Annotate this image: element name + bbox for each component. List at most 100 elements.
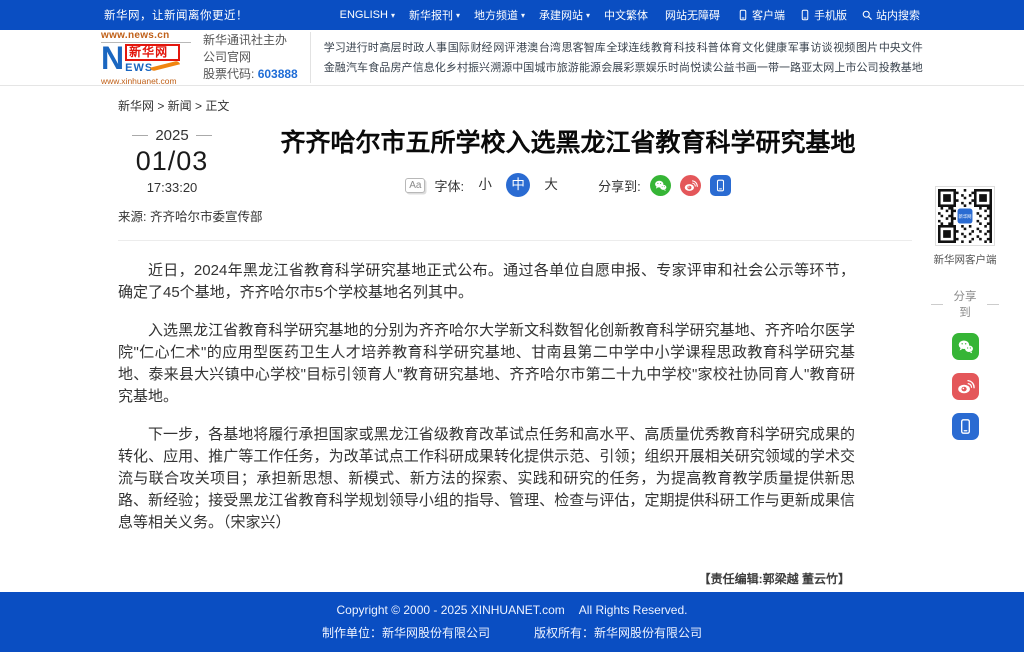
- date-year: 2025: [155, 127, 188, 144]
- topbar-menus: ENGLISH▾ 新华报刊▾ 地方频道▾ 承建网站▾ 中文繁体 网站无障碍: [340, 7, 723, 23]
- wechat-share-icon[interactable]: [650, 175, 671, 196]
- weibo-share-icon[interactable]: [952, 373, 979, 400]
- font-medium-button[interactable]: 中: [506, 173, 530, 197]
- right-sidebar: 新华网 新华网客户端 分享到: [931, 186, 999, 440]
- qr-label: 新华网客户端: [931, 252, 999, 267]
- nav-link[interactable]: 金融: [324, 58, 346, 78]
- nav-link[interactable]: 能源: [579, 58, 601, 78]
- mobile-share-icon[interactable]: [710, 175, 731, 196]
- nav-link[interactable]: 思客智库: [562, 38, 606, 58]
- nav-link[interactable]: 全球连线: [606, 38, 650, 58]
- nav-link[interactable]: 国际: [448, 38, 470, 58]
- nav-link[interactable]: 图片: [856, 38, 878, 58]
- nav-link[interactable]: 教育: [651, 38, 673, 58]
- date-year-row: 2025: [118, 127, 226, 144]
- editor-credit: 【责任编辑:郭梁越 董云竹】: [118, 570, 912, 587]
- topbar-menu-item[interactable]: 网站无障碍: [665, 7, 723, 23]
- nav-link[interactable]: 文化: [742, 38, 764, 58]
- search-icon: [861, 9, 873, 21]
- nav-link[interactable]: 时政: [402, 38, 424, 58]
- stock-code: 603888: [258, 67, 298, 81]
- topbar-menu-item[interactable]: 新华报刊▾: [409, 7, 460, 23]
- site-slogan: 新华网，让新闻离你更近！: [104, 7, 248, 23]
- nav-link[interactable]: 访谈: [811, 38, 833, 58]
- nav-link[interactable]: 军事: [788, 38, 810, 58]
- nav-link[interactable]: 投教基地: [879, 58, 923, 78]
- nav-link[interactable]: 乡村振兴: [446, 58, 490, 78]
- site-search-link[interactable]: 站内搜索: [861, 7, 920, 23]
- article-body: 近日，2024年黑龙江省教育科学研究基地正式公布。通过各单位自愿申报、专家评审和…: [118, 260, 855, 534]
- nav-link[interactable]: 人事: [425, 38, 447, 58]
- stock-code-line: 股票代码: 603888: [203, 66, 298, 83]
- chevron-down-icon: ▾: [586, 11, 590, 20]
- chevron-down-icon: ▾: [456, 11, 460, 20]
- logo-swoosh: [150, 60, 180, 71]
- mobile-version-link[interactable]: 手机版: [799, 7, 847, 23]
- font-large-button[interactable]: 大: [539, 173, 563, 197]
- nav-link[interactable]: 溯源中国: [490, 58, 534, 78]
- source-name: 齐齐哈尔市委宣传部: [150, 210, 263, 224]
- nav-link[interactable]: 食品: [368, 58, 390, 78]
- nav-link[interactable]: 一带一路: [757, 58, 801, 78]
- sidebar-share-label: 分享到: [931, 288, 999, 320]
- wechat-share-icon[interactable]: [952, 333, 979, 360]
- nav-link[interactable]: 公益: [712, 58, 734, 78]
- nav-link[interactable]: 视频: [833, 38, 855, 58]
- source-line: 来源: 齐齐哈尔市委宣传部: [118, 206, 270, 225]
- main-nav: 学习进行时高层时政人事国际财经网评港澳台湾思客智库全球连线教育科技科普体育文化健…: [324, 38, 923, 78]
- article-paragraph: 下一步，各基地将履行承担国家或黑龙江省级教育改革试点任务和高水平、高质量优秀教育…: [118, 424, 855, 534]
- nav-link[interactable]: 港澳: [516, 38, 538, 58]
- nav-link[interactable]: 时尚: [668, 58, 690, 78]
- logo-wordmark: 新华网: [125, 44, 180, 61]
- nav-link[interactable]: 彩票: [623, 58, 645, 78]
- nav-link[interactable]: 娱乐: [646, 58, 668, 78]
- nav-link[interactable]: 中央文件: [879, 38, 923, 58]
- nav-link[interactable]: 书画: [735, 58, 757, 78]
- nav-link[interactable]: 科普: [697, 38, 719, 58]
- org-info: 新华通讯社主办 公司官网 股票代码: 603888: [203, 32, 311, 83]
- nav-link[interactable]: 财经: [471, 38, 493, 58]
- topbar-menu-item[interactable]: 承建网站▾: [539, 7, 590, 23]
- nav-link[interactable]: 健康: [765, 38, 787, 58]
- nav-link[interactable]: 信息化: [413, 58, 446, 78]
- font-small-button[interactable]: 小: [473, 173, 497, 197]
- breadcrumb[interactable]: 新华网 > 新闻 > 正文: [118, 97, 912, 114]
- mobile-share-icon[interactable]: [952, 413, 979, 440]
- divider: [196, 135, 212, 136]
- topbar: 新华网，让新闻离你更近！ ENGLISH▾ 新华报刊▾ 地方频道▾ 承建网站▾ …: [0, 0, 1024, 30]
- article-title: 齐齐哈尔市五所学校入选黑龙江省教育科学研究基地: [270, 127, 866, 160]
- org-line: 新华通讯社主办: [203, 32, 298, 49]
- nav-link[interactable]: 会展: [601, 58, 623, 78]
- nav-link[interactable]: 网评: [493, 38, 515, 58]
- divider: [132, 135, 148, 136]
- nav-link[interactable]: 科技: [674, 38, 696, 58]
- maker-company: 新华网股份有限公司: [382, 626, 490, 640]
- logo-n-mark: N: [101, 44, 124, 73]
- client-app-link[interactable]: 客户端: [737, 7, 785, 23]
- topbar-menu-item[interactable]: 中文繁体: [604, 7, 651, 23]
- nav-link[interactable]: 上市公司: [834, 58, 878, 78]
- nav-row-2: 金融汽车食品房产信息化乡村振兴溯源中国城市旅游能源会展彩票娱乐时尚悦读公益书画一…: [324, 58, 923, 78]
- weibo-share-icon[interactable]: [680, 175, 701, 196]
- font-size-label: 字体:: [434, 176, 464, 195]
- phone-app-icon: [737, 9, 749, 21]
- nav-link[interactable]: 体育: [719, 38, 741, 58]
- date-monthday: 01/03: [118, 144, 226, 179]
- xinhuanet-logo[interactable]: www.news.cn N 新华网 EWS www.xinhuanet.com: [101, 30, 191, 86]
- nav-link[interactable]: 房产: [390, 58, 412, 78]
- nav-link[interactable]: 城市: [534, 58, 556, 78]
- nav-link[interactable]: 学习进行时: [324, 38, 379, 58]
- org-line: 公司官网: [203, 49, 298, 66]
- article-page: 新华网 > 新闻 > 正文 2025 01/03 17:33:20 来源: 齐齐…: [118, 97, 912, 587]
- svg-text:新华网: 新华网: [958, 213, 971, 220]
- topbar-menu-item[interactable]: 地方频道▾: [474, 7, 525, 23]
- nav-link[interactable]: 汽车: [346, 58, 368, 78]
- nav-link[interactable]: 高层: [380, 38, 402, 58]
- nav-link[interactable]: 旅游: [557, 58, 579, 78]
- mobile-phone-icon: [799, 9, 811, 21]
- nav-link[interactable]: 亚太网: [801, 58, 834, 78]
- company-line: 制作单位：新华网股份有限公司 版权所有：新华网股份有限公司: [322, 624, 702, 641]
- topbar-menu-item[interactable]: ENGLISH▾: [340, 9, 395, 21]
- nav-link[interactable]: 台湾: [539, 38, 561, 58]
- nav-link[interactable]: 悦读: [690, 58, 712, 78]
